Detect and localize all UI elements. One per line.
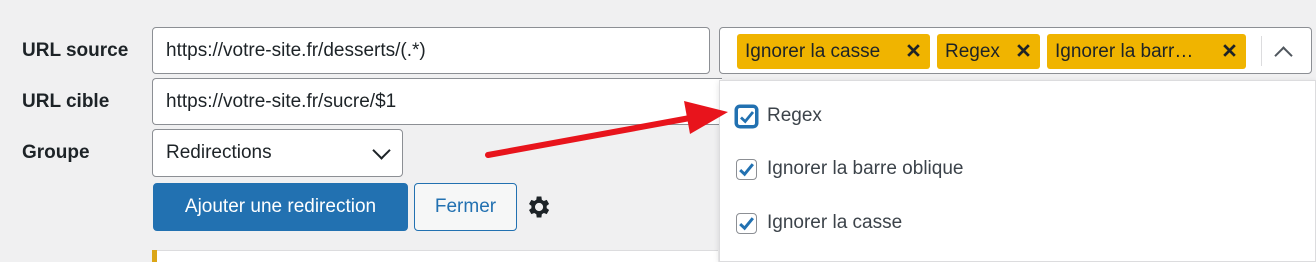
tag-label: Ignorer la barr…: [1055, 40, 1194, 62]
flags-dropdown: Regex Ignorer la barre oblique Ignorer l…: [719, 80, 1316, 262]
option-label: Ignorer la barre oblique: [767, 158, 964, 179]
option-regex[interactable]: Regex: [736, 105, 822, 127]
flags-multiselect[interactable]: Ignorer la casse Regex Ignorer la barr…: [719, 27, 1312, 74]
add-redirect-button[interactable]: Ajouter une redirection: [153, 183, 408, 231]
option-label: Regex: [767, 105, 822, 126]
tag-label: Ignorer la casse: [745, 40, 881, 62]
group-label: Groupe: [22, 142, 90, 163]
target-url-input[interactable]: https://votre-site.fr/sucre/$1: [152, 78, 722, 125]
target-url-label: URL cible: [22, 91, 110, 112]
close-icon[interactable]: [905, 42, 922, 59]
tag-regex[interactable]: Regex: [937, 34, 1040, 69]
close-icon[interactable]: [1221, 42, 1238, 59]
checkbox-regex[interactable]: [736, 105, 757, 127]
gear-icon[interactable]: [524, 193, 552, 221]
chevron-up-icon[interactable]: [1274, 46, 1293, 65]
checkmark-icon: [740, 110, 755, 124]
chevron-down-icon: [372, 140, 391, 160]
close-button[interactable]: Fermer: [414, 183, 517, 231]
option-ignore-slash[interactable]: Ignorer la barre oblique: [736, 158, 963, 180]
checkmark-icon: [739, 216, 754, 230]
close-icon[interactable]: [1015, 42, 1032, 59]
tag-ignore-case[interactable]: Ignorer la casse: [737, 34, 930, 69]
group-select[interactable]: Redirections: [152, 129, 403, 177]
tag-label: Regex: [945, 40, 1000, 62]
source-url-input[interactable]: https://votre-site.fr/desserts/(.*): [152, 27, 710, 74]
divider: [1261, 36, 1262, 66]
checkbox-ignore-case[interactable]: [736, 212, 757, 234]
panel-edge: [157, 250, 718, 262]
group-select-value: Redirections: [166, 142, 272, 163]
checkbox-ignore-slash[interactable]: [736, 158, 757, 180]
option-ignore-case[interactable]: Ignorer la casse: [736, 212, 902, 234]
tag-ignore-slash[interactable]: Ignorer la barr…: [1047, 34, 1246, 69]
source-url-label: URL source: [22, 40, 129, 61]
option-label: Ignorer la casse: [767, 212, 903, 233]
checkmark-icon: [739, 162, 754, 176]
